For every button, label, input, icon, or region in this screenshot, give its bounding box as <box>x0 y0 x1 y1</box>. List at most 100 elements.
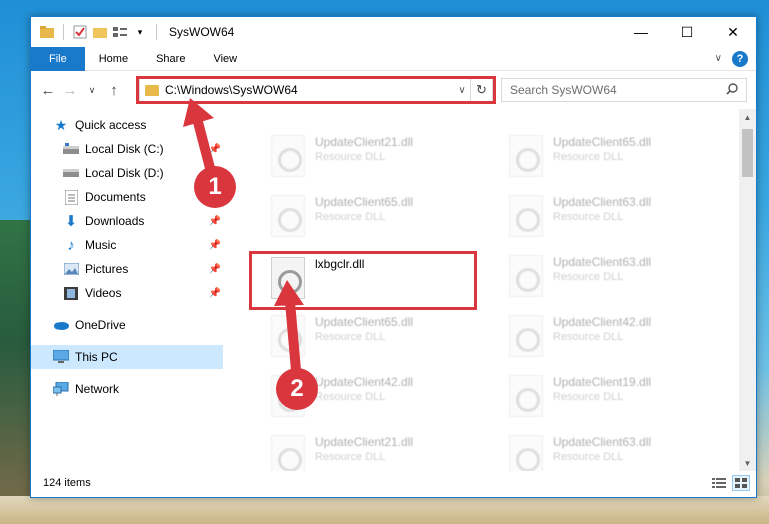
folder-icon <box>145 84 159 96</box>
pin-icon[interactable]: 📌 <box>209 264 221 275</box>
step-2-badge: 2 <box>276 368 318 410</box>
step-1-badge: 1 <box>194 166 236 208</box>
file-type: Resource DLL <box>315 331 386 343</box>
pin-icon[interactable]: 📌 <box>209 144 221 155</box>
chevron-down-icon[interactable]: ∨ <box>454 85 470 96</box>
file-type: Resource DLL <box>315 451 386 463</box>
sidebar-item-music[interactable]: ♪ Music 📌 <box>31 233 223 257</box>
forward-button[interactable]: → <box>59 79 81 101</box>
close-button[interactable]: ✕ <box>710 17 756 47</box>
list-item-highlighted-file[interactable]: lxbgclr.dll <box>251 253 479 311</box>
tab-view[interactable]: View <box>199 47 251 71</box>
file-type: Resource DLL <box>315 391 386 403</box>
customize-toolbar-icon[interactable] <box>112 24 128 40</box>
dll-file-icon <box>271 257 305 299</box>
list-item[interactable]: UpdateClient42.dll Resource DLL <box>489 311 717 369</box>
file-text: UpdateClient63.dll Resource DLL <box>553 195 651 223</box>
list-item[interactable]: UpdateClient65.dll Resource DLL <box>251 191 479 249</box>
pin-icon[interactable]: 📌 <box>209 288 221 299</box>
sidebar-item-label: Videos <box>85 286 122 300</box>
file-text: UpdateClient65.dll Resource DLL <box>315 315 413 343</box>
address-bar[interactable]: C:\Windows\SysWOW64 ∨ ↻ <box>139 78 493 102</box>
dll-file-icon <box>509 315 543 357</box>
recent-locations-button[interactable]: ∨ <box>81 79 103 101</box>
scroll-thumb[interactable] <box>742 129 753 177</box>
file-text: UpdateClient19.dll Resource DLL <box>553 375 651 403</box>
list-item[interactable]: UpdateClient63.dll Resource DLL <box>489 191 717 249</box>
list-item[interactable]: UpdateClient63.dll Resource DLL <box>489 431 717 471</box>
file-type: Resource DLL <box>553 271 624 283</box>
toolbar-separator <box>63 24 64 40</box>
sidebar-item-local-disk-c[interactable]: Local Disk (C:) 📌 <box>31 137 223 161</box>
file-name: UpdateClient65.dll <box>315 315 414 329</box>
file-text: lxbgclr.dll <box>315 257 364 271</box>
sidebar-item-label: Downloads <box>85 214 145 228</box>
item-count: 124 items <box>43 477 91 489</box>
chevron-down-icon[interactable]: ▾ <box>132 24 148 40</box>
star-icon: ★ <box>54 116 68 133</box>
navigation-pane: ★ Quick access Local Disk (C:) 📌 Local D… <box>31 109 223 471</box>
details-view-icon[interactable] <box>710 475 728 491</box>
list-item[interactable]: UpdateClient19.dll Resource DLL <box>489 371 717 429</box>
help-icon[interactable]: ? <box>732 50 748 67</box>
search-icon[interactable] <box>726 82 738 98</box>
search-box[interactable] <box>501 78 747 102</box>
refresh-button[interactable]: ↻ <box>470 79 492 101</box>
list-item[interactable]: UpdateClient63.dll Resource DLL <box>489 251 717 309</box>
sidebar-item-downloads[interactable]: ⬇ Downloads 📌 <box>31 209 223 233</box>
sidebar-item-label: Network <box>75 382 120 396</box>
file-name: UpdateClient63.dll <box>553 195 652 209</box>
list-item[interactable]: UpdateClient21.dll Resource DLL <box>251 431 479 471</box>
minimize-button[interactable]: — <box>618 17 664 47</box>
dll-file-icon <box>271 195 305 237</box>
properties-icon[interactable] <box>72 24 88 40</box>
up-button[interactable]: ↑ <box>103 79 125 101</box>
dll-file-icon <box>509 195 543 237</box>
dll-file-icon <box>271 435 305 471</box>
file-explorer-window: ▾ SysWOW64 — ☐ ✕ File Home Share View ∨ … <box>30 16 757 498</box>
desktop-sand-background <box>0 496 769 524</box>
new-folder-icon[interactable] <box>92 24 108 40</box>
file-text: UpdateClient42.dll Resource DLL <box>553 315 651 343</box>
list-item[interactable]: UpdateClient65.dll Resource DLL <box>489 131 717 189</box>
sidebar-item-network[interactable]: Network <box>31 377 223 401</box>
tab-home[interactable]: Home <box>85 47 142 71</box>
tiles-view-icon[interactable] <box>732 475 750 491</box>
sidebar-item-pictures[interactable]: Pictures 📌 <box>31 257 223 281</box>
documents-icon <box>63 189 79 205</box>
dll-file-icon <box>271 135 305 177</box>
address-path[interactable]: C:\Windows\SysWOW64 <box>165 83 454 97</box>
pin-icon[interactable]: 📌 <box>209 216 221 227</box>
file-text: UpdateClient63.dll Resource DLL <box>553 255 651 283</box>
sidebar-item-videos[interactable]: Videos 📌 <box>31 281 223 305</box>
tab-file[interactable]: File <box>31 46 85 71</box>
step-2-number: 2 <box>290 375 304 402</box>
file-type: Resource DLL <box>553 451 624 463</box>
step-1-number: 1 <box>208 173 222 200</box>
network-icon <box>53 381 69 397</box>
maximize-button[interactable]: ☐ <box>664 17 710 47</box>
pin-icon[interactable]: 📌 <box>209 240 221 251</box>
sidebar-item-label: Local Disk (C:) <box>85 142 164 156</box>
sidebar-item-this-pc[interactable]: This PC <box>31 345 223 369</box>
sidebar-item-quick-access[interactable]: ★ Quick access <box>31 113 223 137</box>
window-controls: — ☐ ✕ <box>618 17 756 47</box>
scroll-up-button[interactable]: ▲ <box>739 109 756 125</box>
vertical-scrollbar[interactable]: ▲ ▼ <box>739 109 756 471</box>
search-input[interactable] <box>510 83 726 97</box>
file-text: UpdateClient65.dll Resource DLL <box>553 135 651 163</box>
file-type: Resource DLL <box>315 151 386 163</box>
list-item[interactable]: UpdateClient65.dll Resource DLL <box>251 311 479 369</box>
tab-share[interactable]: Share <box>142 47 199 71</box>
file-name: UpdateClient63.dll <box>553 255 652 269</box>
chevron-down-icon[interactable]: ∨ <box>715 53 722 64</box>
sidebar-item-label: Documents <box>85 190 146 204</box>
file-text: UpdateClient21.dll Resource DLL <box>315 435 413 463</box>
back-button[interactable]: ← <box>37 79 59 101</box>
sidebar-item-label: Local Disk (D:) <box>85 166 164 180</box>
list-item[interactable]: UpdateClient21.dll Resource DLL <box>251 131 479 189</box>
sidebar-item-onedrive[interactable]: OneDrive <box>31 313 223 337</box>
